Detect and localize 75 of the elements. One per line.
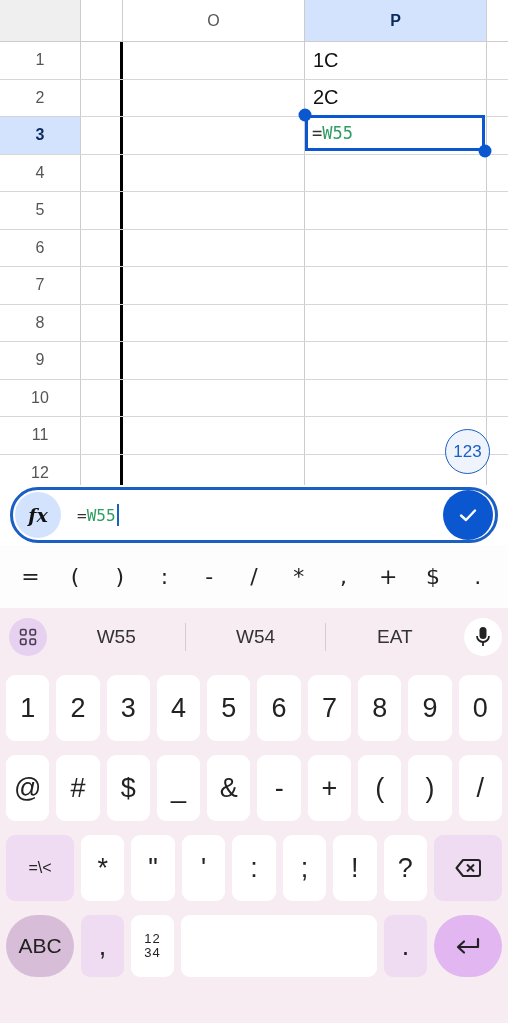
keyboard-key[interactable]: ; xyxy=(282,835,327,901)
keyboard-key[interactable]: ! xyxy=(333,835,377,901)
selection-handle[interactable] xyxy=(298,108,312,122)
number-format-button[interactable]: 123 xyxy=(445,429,490,474)
keyboard-key[interactable]: _ xyxy=(156,755,201,821)
keyboard-key[interactable]: + xyxy=(307,755,352,821)
selection-handle[interactable] xyxy=(478,144,492,158)
row-header[interactable]: 1 xyxy=(0,42,81,79)
keyboard-key[interactable]: ? xyxy=(383,835,427,901)
formula-text: =W55 xyxy=(77,505,116,525)
grid-icon xyxy=(19,627,37,646)
symbol-key[interactable]: - xyxy=(186,554,232,599)
keyboard-key[interactable]: @ xyxy=(6,755,50,821)
backspace-key[interactable] xyxy=(433,835,502,901)
symbol-key[interactable]: $ xyxy=(410,554,456,599)
apps-button[interactable] xyxy=(9,617,47,656)
keyboard-key[interactable]: , xyxy=(81,915,124,977)
row-header[interactable]: 10 xyxy=(0,379,81,416)
row-header[interactable]: 7 xyxy=(0,267,81,304)
keyboard-key[interactable]: # xyxy=(56,755,100,821)
formula-field[interactable]: fx =W55 xyxy=(10,487,498,543)
keyboard-key[interactable]: / xyxy=(458,755,502,821)
row-header[interactable]: 9 xyxy=(0,342,81,379)
column-header[interactable]: P xyxy=(305,0,487,41)
keyboard-key[interactable]: : xyxy=(232,835,276,901)
keyboard-key[interactable]: ) xyxy=(408,755,452,821)
keyboard-key[interactable]: & xyxy=(207,755,251,821)
symbols-key[interactable]: =\< xyxy=(6,835,74,901)
keyboard-key[interactable]: 0 xyxy=(458,675,502,741)
symbol-key[interactable]: ) xyxy=(97,554,143,599)
suggestion[interactable]: W55 xyxy=(47,616,186,657)
keyboard-key[interactable]: 7 xyxy=(307,675,352,741)
symbol-key[interactable]: * xyxy=(276,554,322,599)
keyboard-key[interactable]: 1 xyxy=(6,675,50,741)
keyboard-key[interactable]: " xyxy=(131,835,175,901)
keyboard-key[interactable]: 9 xyxy=(408,675,452,741)
function-button[interactable]: fx xyxy=(15,492,61,538)
cell-value: 1C xyxy=(313,48,339,72)
microphone-icon xyxy=(475,625,491,648)
keyboard-key[interactable]: . xyxy=(384,915,427,977)
symbol-key[interactable]: = xyxy=(8,554,53,599)
keyboard-key[interactable]: 5 xyxy=(207,675,251,741)
symbol-key[interactable]: + xyxy=(365,554,411,599)
keyboard-key[interactable]: $ xyxy=(106,755,150,821)
backspace-icon xyxy=(454,858,481,878)
keyboard-key[interactable]: 4 xyxy=(156,675,201,741)
keyboard-key[interactable]: 6 xyxy=(257,675,301,741)
row-header[interactable]: 6 xyxy=(0,229,81,266)
abc-key[interactable]: ABC xyxy=(6,915,74,977)
confirm-button[interactable] xyxy=(443,490,493,540)
row-header[interactable]: 2 xyxy=(0,79,81,116)
row-header[interactable]: 3 xyxy=(0,117,81,154)
symbol-key[interactable]: / xyxy=(231,554,277,599)
row-header[interactable]: 5 xyxy=(0,192,81,229)
keyboard-key[interactable]: - xyxy=(257,755,301,821)
suggestion[interactable]: EAT xyxy=(325,616,464,657)
keyboard-key[interactable]: 8 xyxy=(358,675,402,741)
row-header[interactable]: 11 xyxy=(0,417,81,454)
row-header[interactable]: 8 xyxy=(0,304,81,341)
symbol-key[interactable]: : xyxy=(142,554,187,599)
suggestion[interactable]: W54 xyxy=(186,616,325,657)
microphone-button[interactable] xyxy=(464,617,502,656)
enter-arrow-icon xyxy=(455,936,481,956)
row-header[interactable]: 4 xyxy=(0,154,81,191)
keyboard-key[interactable]: 3 xyxy=(106,675,150,741)
keyboard-key[interactable]: ( xyxy=(358,755,402,821)
active-cell[interactable]: =W55 xyxy=(305,115,485,151)
keyboard-key[interactable]: ' xyxy=(181,835,226,901)
keyboard-key[interactable]: * xyxy=(81,835,125,901)
symbol-key[interactable]: ( xyxy=(52,554,98,599)
keyboard-key[interactable]: 2 xyxy=(56,675,100,741)
numpad-key[interactable]: 12 34 xyxy=(131,915,174,977)
cell-value: 2C xyxy=(313,86,339,110)
symbol-key[interactable]: . xyxy=(455,554,501,599)
symbol-key[interactable]: , xyxy=(321,554,366,599)
